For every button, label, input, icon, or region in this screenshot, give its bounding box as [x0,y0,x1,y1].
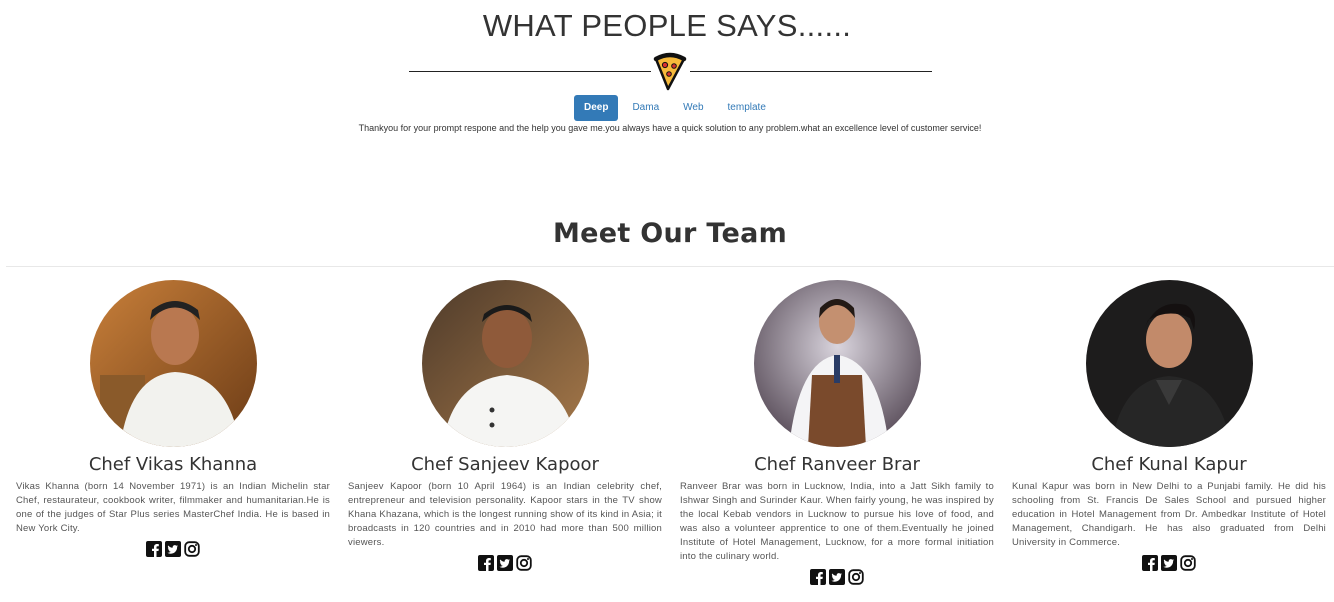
facebook-icon[interactable] [478,555,494,571]
member-bio: Vikas Khanna (born 14 November 1971) is … [16,481,330,534]
instagram-icon[interactable] [516,555,532,571]
social-links [16,541,330,557]
member-bio: Sanjeev Kapoor (born 10 April 1964) is a… [348,481,662,548]
facebook-icon[interactable] [146,541,162,557]
title-divider-left [409,71,651,72]
social-links [680,569,994,585]
avatar [89,280,257,447]
testimonials-title: WHAT PEOPLE SAYS...... [482,8,852,43]
member-name: Chef Vikas Khanna [88,454,258,475]
instagram-icon[interactable] [184,541,200,557]
twitter-icon[interactable] [165,541,181,557]
avatar [1085,280,1253,447]
pizza-icon [653,52,687,91]
member-bio: Ranveer Brar was born in Lucknow, India,… [680,481,994,562]
team-divider [6,266,1334,267]
avatar [421,280,589,447]
team-member-card: Chef Ranveer Brar Ranveer Brar was born … [680,280,994,585]
tab-dama[interactable]: Dama [622,95,669,121]
facebook-icon[interactable] [1142,555,1158,571]
testimonial-tabs: Deep Dama Web template [574,95,776,121]
twitter-icon[interactable] [829,569,845,585]
testimonials-section: WHAT PEOPLE SAYS...... Deep Dama Web tem… [0,0,1334,150]
team-title: Meet Our Team [552,218,788,249]
tab-web[interactable]: Web [673,95,713,121]
member-name: Chef Kunal Kapur [1091,454,1247,475]
social-links [1012,555,1326,571]
avatar [753,280,921,447]
member-bio: Kunal Kapur was born in New Delhi to a P… [1012,481,1326,548]
testimonial-quote: Thankyou for your prompt respone and the… [358,123,982,133]
team-member-card: Chef Vikas Khanna Vikas Khanna (born 14 … [16,280,330,557]
title-divider-right [690,71,932,72]
tab-deep[interactable]: Deep [574,95,619,121]
member-name: Chef Sanjeev Kapoor [411,454,599,475]
tab-template[interactable]: template [718,95,776,121]
facebook-icon[interactable] [810,569,826,585]
team-member-card: Chef Kunal Kapur Kunal Kapur was born in… [1012,280,1326,571]
twitter-icon[interactable] [1161,555,1177,571]
member-name: Chef Ranveer Brar [754,454,920,475]
instagram-icon[interactable] [848,569,864,585]
twitter-icon[interactable] [497,555,513,571]
team-member-card: Chef Sanjeev Kapoor Sanjeev Kapoor (born… [348,280,662,571]
social-links [348,555,662,571]
instagram-icon[interactable] [1180,555,1196,571]
